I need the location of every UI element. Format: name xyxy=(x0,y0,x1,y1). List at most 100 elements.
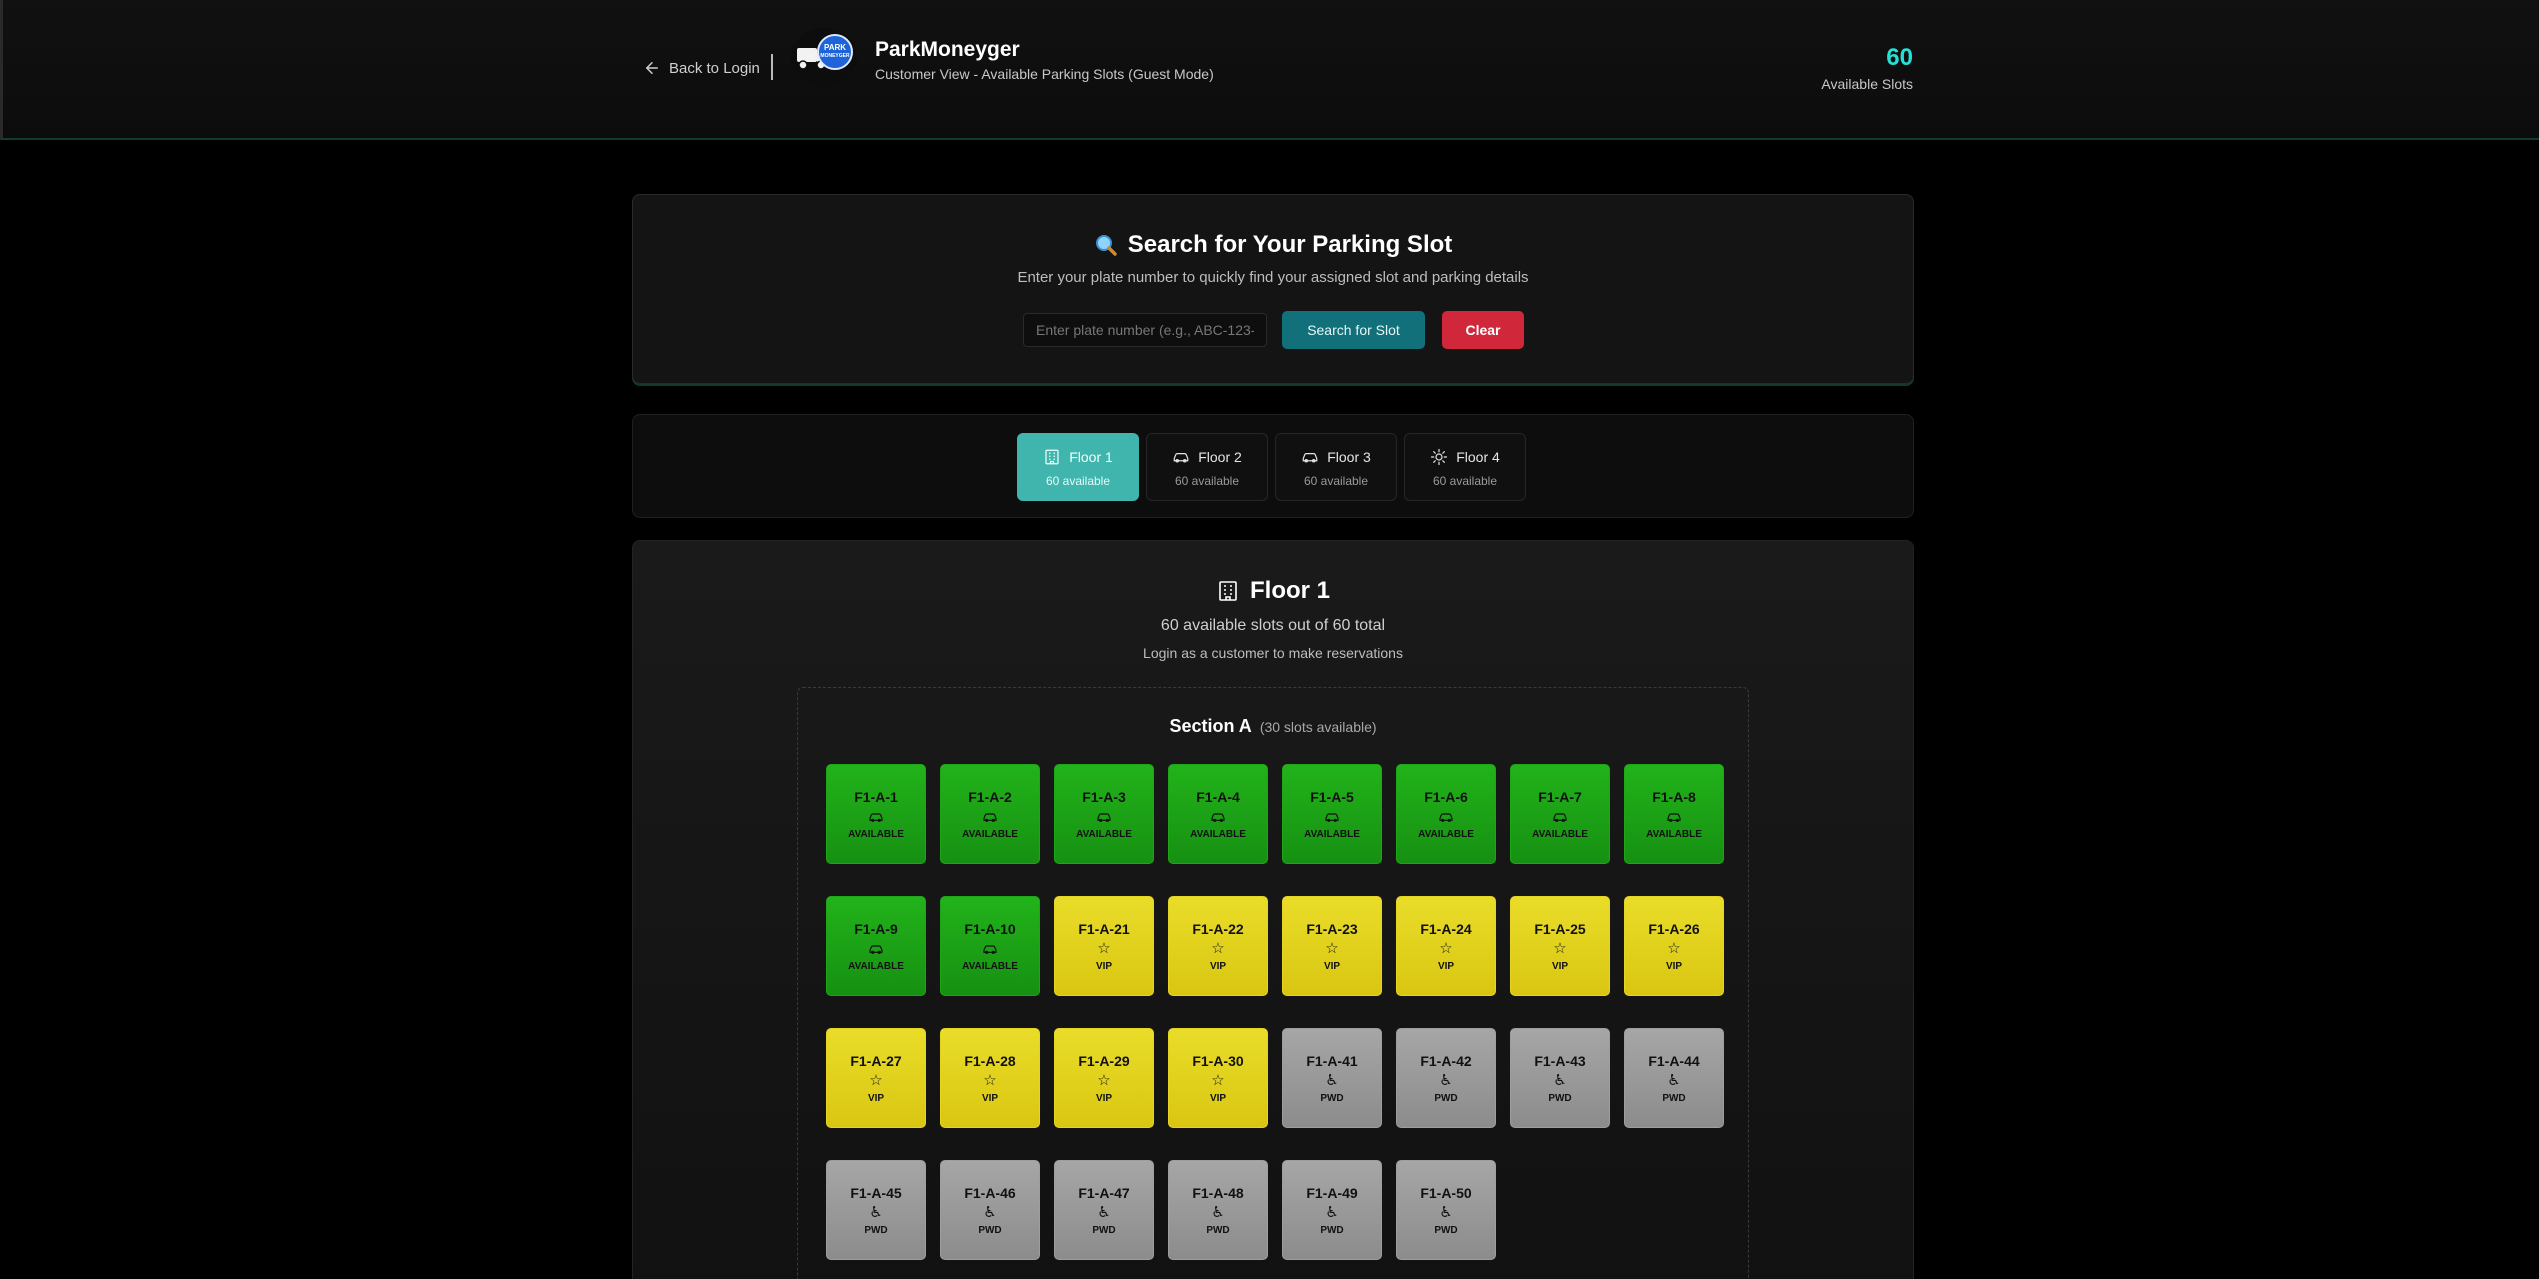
wheelchair-icon: ♿ xyxy=(1211,1204,1225,1221)
car-icon xyxy=(1283,809,1381,825)
parking-slot[interactable]: F1-A-27 ☆ VIP xyxy=(826,1028,926,1128)
clear-button[interactable]: Clear xyxy=(1442,311,1524,349)
slot-id: F1-A-21 xyxy=(1078,921,1130,937)
car-icon xyxy=(1169,809,1267,825)
floor-availability: 60 available slots out of 60 total xyxy=(1160,617,1386,634)
floor-tabs: Floor 1 60 available Floor 2 60 availabl… xyxy=(632,414,1914,518)
parking-slot[interactable]: F1-A-43 ♿ PWD xyxy=(1510,1028,1610,1128)
parking-slot[interactable]: F1-A-10 AVAILABLE xyxy=(940,896,1040,996)
wheelchair-icon: ♿ xyxy=(1325,1204,1339,1221)
back-to-login-button[interactable]: Back to Login xyxy=(643,56,760,80)
tab-floor-1[interactable]: Floor 1 60 available xyxy=(1017,433,1139,501)
slot-status: VIP xyxy=(1551,961,1569,972)
parking-slot[interactable]: F1-A-29 ☆ VIP xyxy=(1054,1028,1154,1128)
parking-slot[interactable]: F1-A-48 ♿ PWD xyxy=(1168,1160,1268,1260)
slot-status: AVAILABLE xyxy=(848,829,904,840)
parking-slot[interactable]: F1-A-9 AVAILABLE xyxy=(826,896,926,996)
star-icon: ☆ xyxy=(1211,940,1225,957)
car-icon xyxy=(1397,809,1495,825)
tab-floor-2[interactable]: Floor 2 60 available xyxy=(1146,433,1268,501)
parking-slot[interactable]: F1-A-7 AVAILABLE xyxy=(1510,764,1610,864)
parking-slot[interactable]: F1-A-21 ☆ VIP xyxy=(1054,896,1154,996)
parking-slot[interactable]: F1-A-25 ☆ VIP xyxy=(1510,896,1610,996)
slot-status: PWD xyxy=(1662,1093,1686,1104)
parking-slot[interactable]: F1-A-42 ♿ PWD xyxy=(1396,1028,1496,1128)
available-slots-count: 60 xyxy=(1886,44,1913,71)
wheelchair-icon: ♿ xyxy=(1097,1204,1111,1221)
slot-id: F1-A-30 xyxy=(1192,1053,1244,1069)
search-for-slot-button[interactable]: Search for Slot xyxy=(1282,311,1425,349)
logo-badge: PARK MONEYGER xyxy=(817,34,853,70)
slot-id: F1-A-5 xyxy=(1310,789,1354,805)
parking-slot[interactable]: F1-A-1 AVAILABLE xyxy=(826,764,926,864)
parking-slot[interactable]: F1-A-2 AVAILABLE xyxy=(940,764,1040,864)
tab-floor-3[interactable]: Floor 3 60 available xyxy=(1275,433,1397,501)
parking-slot[interactable]: F1-A-22 ☆ VIP xyxy=(1168,896,1268,996)
parking-slot[interactable]: F1-A-4 AVAILABLE xyxy=(1168,764,1268,864)
arrow-left-icon xyxy=(646,62,658,74)
car-icon xyxy=(941,941,1039,957)
logo-badge-top: PARK xyxy=(823,43,847,52)
parking-slot[interactable]: F1-A-23 ☆ VIP xyxy=(1282,896,1382,996)
parking-slot[interactable]: F1-A-5 AVAILABLE xyxy=(1282,764,1382,864)
brand-title: ParkMoneyger xyxy=(875,38,1020,61)
slot-status: PWD xyxy=(978,1225,1002,1236)
tab-available-count: 60 available xyxy=(1174,474,1240,488)
star-icon: ☆ xyxy=(1097,940,1111,957)
star-icon: ☆ xyxy=(1667,940,1681,957)
slot-id: F1-A-2 xyxy=(968,789,1012,805)
slot-id: F1-A-49 xyxy=(1306,1185,1358,1201)
slot-id: F1-A-46 xyxy=(964,1185,1016,1201)
floor-heading: Floor 1 xyxy=(633,577,1913,605)
tab-floor-4[interactable]: Floor 4 60 available xyxy=(1404,433,1526,501)
parking-slot[interactable]: F1-A-49 ♿ PWD xyxy=(1282,1160,1382,1260)
slot-id: F1-A-24 xyxy=(1420,921,1472,937)
search-description: Enter your plate number to quickly find … xyxy=(1017,269,1529,286)
parking-slot[interactable]: F1-A-26 ☆ VIP xyxy=(1624,896,1724,996)
slot-id: F1-A-50 xyxy=(1420,1185,1472,1201)
slot-id: F1-A-43 xyxy=(1534,1053,1586,1069)
car-icon xyxy=(1511,809,1609,825)
section-count: (30 slots available) xyxy=(1259,719,1377,735)
parking-slot[interactable]: F1-A-46 ♿ PWD xyxy=(940,1160,1040,1260)
star-icon: ☆ xyxy=(1439,940,1453,957)
parking-slot[interactable]: F1-A-41 ♿ PWD xyxy=(1282,1028,1382,1128)
slot-id: F1-A-44 xyxy=(1648,1053,1700,1069)
slot-status: PWD xyxy=(864,1225,888,1236)
parking-slot[interactable]: F1-A-47 ♿ PWD xyxy=(1054,1160,1154,1260)
slot-status: AVAILABLE xyxy=(962,829,1018,840)
slot-status: AVAILABLE xyxy=(848,961,904,972)
slot-status: VIP xyxy=(867,1093,885,1104)
plate-number-input[interactable] xyxy=(1023,313,1267,347)
back-to-login-label: Back to Login xyxy=(669,59,760,77)
floor-panel: Floor 1 60 available slots out of 60 tot… xyxy=(632,540,1914,1279)
slot-id: F1-A-3 xyxy=(1082,789,1126,805)
parking-slot[interactable]: F1-A-45 ♿ PWD xyxy=(826,1160,926,1260)
tab-label: Floor 2 xyxy=(1198,449,1242,465)
parking-slot[interactable]: F1-A-28 ☆ VIP xyxy=(940,1028,1040,1128)
slot-status: PWD xyxy=(1548,1093,1572,1104)
parking-slot[interactable]: F1-A-6 AVAILABLE xyxy=(1396,764,1496,864)
tab-label: Floor 4 xyxy=(1456,449,1500,465)
star-icon: ☆ xyxy=(1325,940,1339,957)
slot-status: PWD xyxy=(1092,1225,1116,1236)
parking-slot[interactable]: F1-A-3 AVAILABLE xyxy=(1054,764,1154,864)
logo-badge-bottom: MONEYGER xyxy=(820,53,850,59)
slot-status: VIP xyxy=(1095,1093,1113,1104)
parking-slot[interactable]: F1-A-8 AVAILABLE xyxy=(1624,764,1724,864)
parking-slot[interactable]: F1-A-44 ♿ PWD xyxy=(1624,1028,1724,1128)
slot-status: PWD xyxy=(1434,1093,1458,1104)
slot-id: F1-A-26 xyxy=(1648,921,1700,937)
logo: PARK MONEYGER xyxy=(791,28,857,86)
star-icon: ☆ xyxy=(869,1072,883,1089)
slot-status: VIP xyxy=(981,1093,999,1104)
slot-status: VIP xyxy=(1437,961,1455,972)
parking-slot[interactable]: F1-A-50 ♿ PWD xyxy=(1396,1160,1496,1260)
search-card: Search for Your Parking Slot Enter your … xyxy=(632,194,1914,384)
parking-slot[interactable]: F1-A-24 ☆ VIP xyxy=(1396,896,1496,996)
slot-status: VIP xyxy=(1095,961,1113,972)
parking-slot[interactable]: F1-A-30 ☆ VIP xyxy=(1168,1028,1268,1128)
wheelchair-icon: ♿ xyxy=(1325,1072,1339,1089)
page-subtitle: Customer View - Available Parking Slots … xyxy=(875,66,1214,82)
wheelchair-icon: ♿ xyxy=(869,1204,883,1221)
